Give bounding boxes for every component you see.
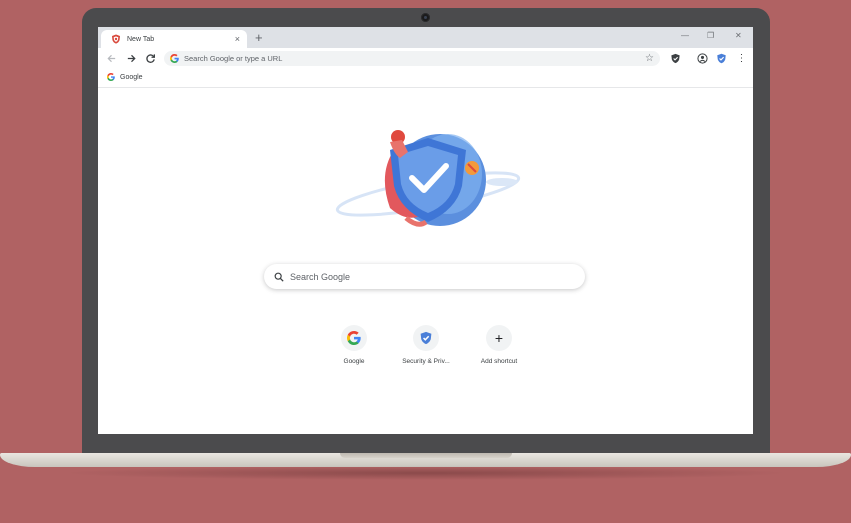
laptop-shadow [60, 466, 791, 480]
omnibox[interactable]: ☆ [164, 51, 660, 66]
tab-strip: New Tab × + — ❐ ✕ [98, 27, 753, 48]
security-shield-icon[interactable] [715, 52, 728, 65]
search-icon [274, 272, 284, 282]
shortcut-add[interactable]: + Add shortcut [465, 325, 533, 365]
minimize-icon[interactable]: — [681, 31, 689, 41]
menu-icon[interactable]: ⋮ [735, 52, 748, 65]
shortcut-security-privacy[interactable]: Security & Priv... [392, 325, 460, 365]
google-g-icon [107, 73, 115, 81]
ntp-search-box[interactable] [264, 264, 585, 289]
shortcut-label: Security & Priv... [402, 358, 450, 365]
security-illustration [328, 124, 528, 238]
tab-close-icon[interactable]: × [235, 34, 240, 44]
bookmark-star-icon[interactable]: ☆ [645, 53, 654, 64]
shortcut-google[interactable]: Google [320, 325, 388, 365]
tab-title: New Tab [127, 35, 155, 43]
extension-shield-icon[interactable] [669, 52, 682, 65]
omnibox-input[interactable] [184, 54, 584, 63]
google-g-icon [170, 54, 179, 63]
forward-icon[interactable] [125, 52, 138, 65]
profile-icon[interactable] [696, 52, 709, 65]
laptop-hinge-notch [340, 453, 512, 458]
browser-shield-icon [111, 34, 121, 44]
new-tab-button[interactable]: + [255, 30, 263, 45]
ntp-search-input[interactable] [290, 271, 550, 282]
bookmark-google[interactable]: Google [107, 73, 143, 81]
google-g-icon [347, 331, 361, 345]
laptop-base [0, 453, 851, 467]
browser-window: New Tab × + — ❐ ✕ Search Google or type … [98, 27, 753, 434]
webcam [421, 13, 430, 22]
close-window-icon[interactable]: ✕ [735, 31, 742, 41]
tab-new-tab[interactable]: New Tab × [101, 30, 247, 48]
back-icon[interactable] [105, 52, 118, 65]
plus-icon: + [494, 330, 504, 346]
reload-icon[interactable] [144, 52, 157, 65]
restore-icon[interactable]: ❐ [707, 31, 714, 41]
security-shield-icon [419, 331, 433, 345]
bookmarks-bar: Google [98, 69, 753, 88]
new-tab-page: Google Security & Priv... + Add shortcut [98, 88, 753, 434]
shortcut-icon-circle [341, 325, 367, 351]
shortcut-label: Add shortcut [480, 358, 518, 365]
laptop-lid: New Tab × + — ❐ ✕ Search Google or type … [82, 8, 770, 454]
toolbar: ☆ ⋮ [98, 48, 753, 69]
shortcut-icon-circle [413, 325, 439, 351]
shortcut-label: Google [343, 358, 365, 365]
bookmark-label: Google [120, 73, 143, 81]
shortcut-icon-circle: + [486, 325, 512, 351]
